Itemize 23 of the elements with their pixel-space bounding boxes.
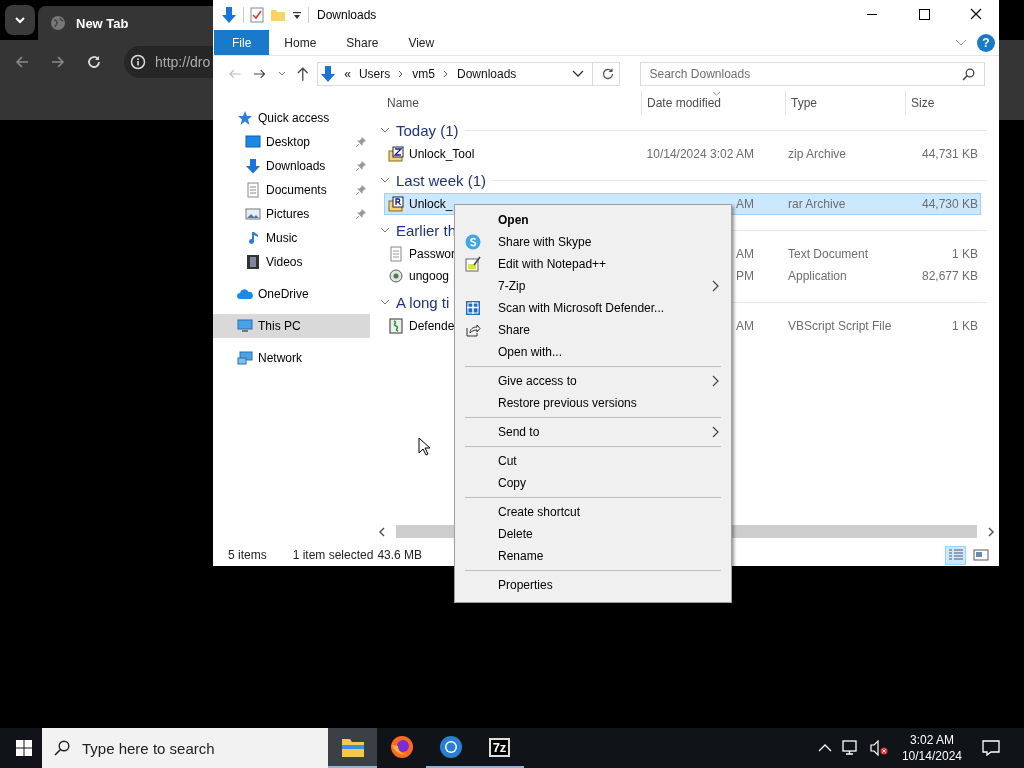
date-cell-text: AM: [735, 197, 754, 211]
type-cell-text: Application: [788, 269, 848, 283]
selection-size: 43.6 MB: [377, 548, 423, 562]
selection-info: 1 item selected: [292, 548, 374, 562]
file-name: Unlock_Tool: [409, 147, 475, 161]
date-cell-text: 10/14/2024 3:02 AM: [645, 147, 754, 161]
size-cell-text: 1 KB: [951, 247, 978, 261]
date-cell-text: PM: [735, 269, 754, 283]
type-cell-text: zip Archive: [788, 147, 848, 161]
type-cell-text: rar Archive: [788, 197, 847, 211]
date-cell-text: AM: [735, 319, 754, 333]
item-count: 5 items: [228, 548, 267, 562]
file-name: Defende: [409, 319, 455, 333]
file-name: ungoog: [409, 269, 450, 283]
size-cell-text: 82,677 KB: [920, 269, 978, 283]
type-cell-text: Text Document: [788, 247, 870, 261]
type-cell-text: VBScript Script File: [788, 319, 893, 333]
file-name: Passwor: [409, 247, 455, 261]
size-cell-text: 44,731 KB: [920, 147, 978, 161]
size-cell-text: 44,730 KB: [920, 197, 978, 211]
size-cell-text: 1 KB: [951, 319, 978, 333]
date-cell-text: AM: [735, 247, 754, 261]
file-name: Unlock_: [409, 197, 453, 211]
